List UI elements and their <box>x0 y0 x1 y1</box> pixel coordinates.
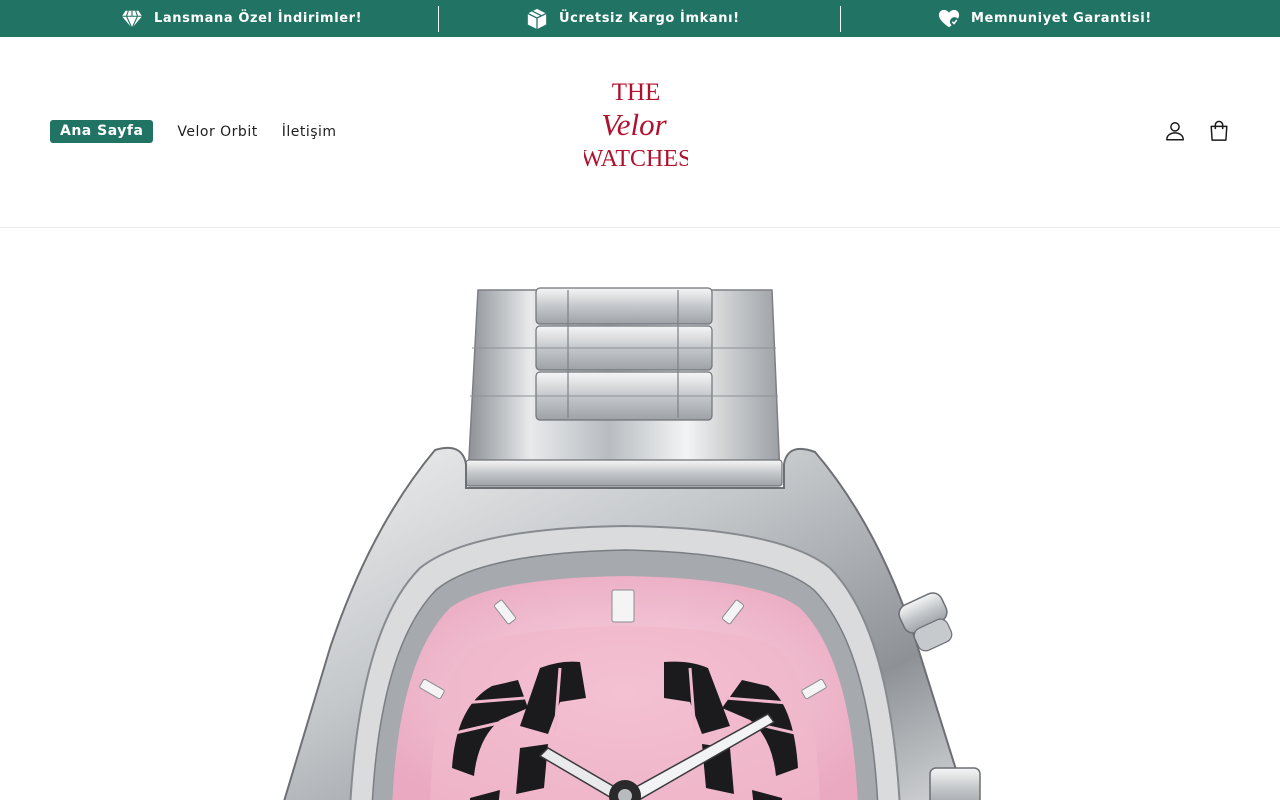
announcement-text: Ücretsiz Kargo İmkanı! <box>559 11 740 26</box>
package-icon <box>527 8 547 29</box>
brand-logo[interactable]: THE Velor WATCHES <box>584 73 688 173</box>
logo-line-1: THE <box>612 79 661 106</box>
logo-line-2: Velor <box>601 107 667 142</box>
divider <box>840 6 841 32</box>
heart-check-icon <box>938 9 960 27</box>
announcement-discount: Lansmana Özel İndirimler! <box>121 0 362 37</box>
site-header: Ana Sayfa Velor Orbit İletişim THE Velor… <box>0 37 1280 228</box>
main-nav: Ana Sayfa Velor Orbit İletişim <box>50 120 361 143</box>
nav-link-contact[interactable]: İletişim <box>282 124 337 140</box>
product-hero <box>0 228 1280 800</box>
header-actions <box>1142 120 1230 142</box>
cart-icon[interactable] <box>1208 120 1230 142</box>
announcement-guarantee: Memnuniyet Garantisi! <box>938 0 1152 37</box>
nav-link-velor-orbit[interactable]: Velor Orbit <box>177 124 257 140</box>
account-icon[interactable] <box>1164 120 1186 142</box>
announcement-bar: Lansmana Özel İndirimler! Ücretsiz Kargo… <box>0 0 1280 37</box>
logo-line-3: WATCHES <box>584 146 688 172</box>
announcement-shipping: Ücretsiz Kargo İmkanı! <box>526 0 740 37</box>
announcement-text: Memnuniyet Garantisi! <box>971 11 1152 26</box>
divider <box>438 6 439 32</box>
diamond-icon <box>121 10 143 29</box>
announcement-text: Lansmana Özel İndirimler! <box>154 11 363 26</box>
watch-image <box>283 287 981 800</box>
nav-link-home[interactable]: Ana Sayfa <box>50 120 154 143</box>
